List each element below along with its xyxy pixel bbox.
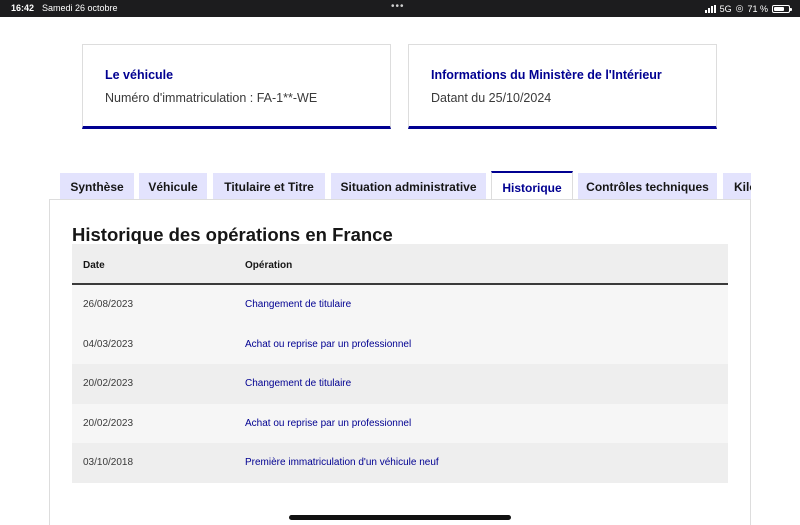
table-row: 20/02/2023 Changement de titulaire — [72, 364, 728, 404]
vehicle-card-title: Le véhicule — [105, 68, 174, 82]
column-header-operation: Opération — [245, 260, 293, 271]
status-time: 16:42 — [11, 3, 35, 13]
tab-historique[interactable]: Historique — [491, 171, 573, 201]
status-bar: 16:42 Samedi 26 octobre ••• 5G ◎ 71 % — [0, 0, 800, 17]
table-row: 04/03/2023 Achat ou reprise par un profe… — [72, 324, 728, 365]
table-header: Date Opération — [72, 244, 728, 285]
row-operation-link[interactable]: Achat ou reprise par un professionnel — [245, 339, 411, 350]
row-operation-link[interactable]: Changement de titulaire — [245, 299, 351, 310]
battery-fill — [774, 6, 784, 11]
table-row: 20/02/2023 Achat ou reprise par un profe… — [72, 403, 728, 444]
status-indicators: 5G ◎ 71 % — [704, 3, 792, 14]
table-row: 03/10/2018 Première immatriculation d'un… — [72, 443, 728, 483]
row-date: 04/03/2023 — [83, 338, 134, 350]
ministry-info-card: Informations du Ministère de l'Intérieur… — [408, 44, 717, 129]
tab-synthese[interactable]: Synthèse — [60, 173, 134, 201]
row-date: 20/02/2023 — [83, 378, 134, 390]
tab-controles-techniques[interactable]: Contrôles techniques — [578, 173, 717, 201]
column-header-date: Date — [83, 260, 105, 271]
ministry-card-title: Informations du Ministère de l'Intérieur — [431, 68, 662, 82]
row-operation-link[interactable]: Changement de titulaire — [245, 378, 351, 389]
tab-titulaire-et-titre[interactable]: Titulaire et Titre — [213, 173, 325, 201]
tab-bar: Synthèse Véhicule Titulaire et Titre Sit… — [60, 171, 751, 201]
row-operation-link[interactable]: Achat ou reprise par un professionnel — [245, 418, 411, 429]
signal-icon — [704, 4, 716, 13]
status-date: Samedi 26 octobre — [42, 3, 118, 13]
row-date: 26/08/2023 — [83, 299, 134, 310]
row-date: 03/10/2018 — [83, 457, 134, 469]
table-row: 26/08/2023 Changement de titulaire — [72, 285, 728, 325]
history-table: Date Opération 26/08/2023 Changement de … — [72, 244, 728, 483]
ministry-data-date: Datant du 25/10/2024 — [431, 91, 552, 105]
registration-number: Numéro d'immatriculation : FA-1**-WE — [105, 91, 318, 105]
tab-situation-administrative[interactable]: Situation administrative — [331, 173, 486, 201]
home-indicator[interactable] — [289, 515, 511, 520]
row-operation-link[interactable]: Première immatriculation d'un véhicule n… — [245, 457, 439, 468]
tab-vehicule[interactable]: Véhicule — [139, 173, 207, 201]
network-label: 5G — [719, 3, 732, 14]
section-title: Historique des opérations en France — [72, 224, 393, 245]
tab-kilometrage[interactable]: Kilométrage — [723, 173, 751, 201]
vehicle-card: Le véhicule Numéro d'immatriculation : F… — [82, 44, 391, 129]
multitasking-dots-icon[interactable]: ••• — [391, 1, 405, 12]
battery-label: 71 % — [747, 3, 768, 14]
row-date: 20/02/2023 — [83, 417, 134, 429]
battery-icon — [772, 4, 792, 13]
location-icon: ◎ — [735, 3, 744, 13]
